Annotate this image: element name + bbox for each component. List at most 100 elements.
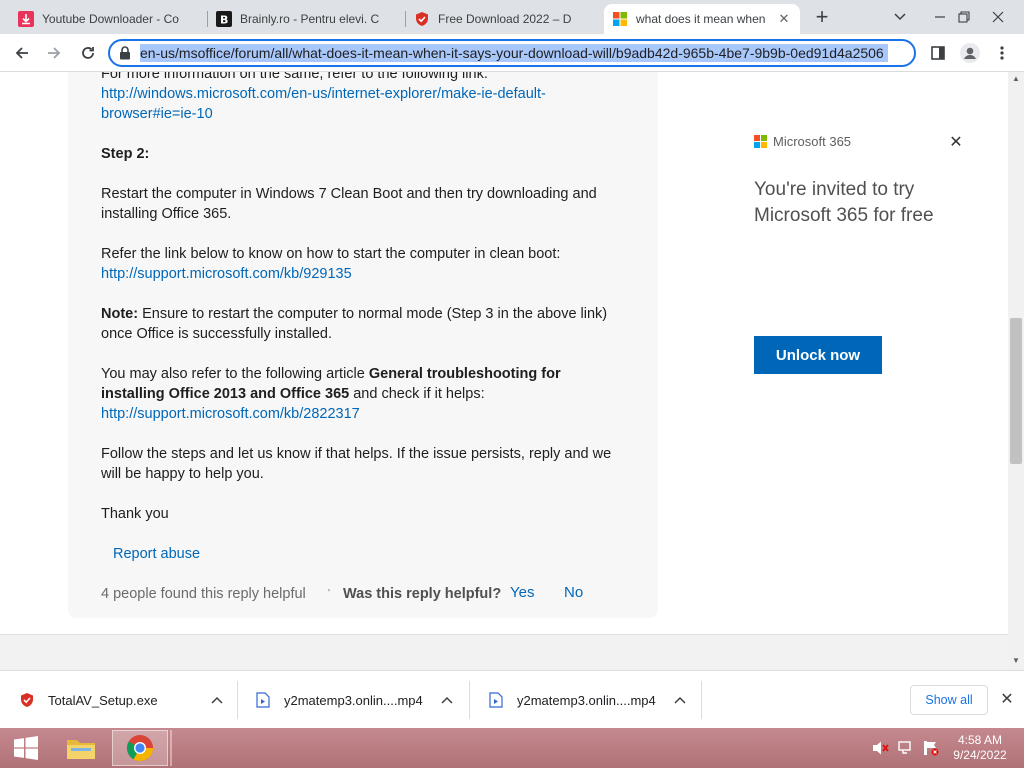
volume-muted-icon[interactable]	[870, 728, 892, 768]
download-separator	[237, 681, 238, 719]
shield-icon	[414, 11, 430, 27]
download-item[interactable]: y2matemp3.onlin....mp4	[254, 679, 458, 721]
reload-button[interactable]	[74, 39, 102, 67]
side-panel-button[interactable]	[924, 39, 952, 67]
ie-default-link[interactable]: http://windows.microsoft.com/en-us/inter…	[101, 86, 546, 102]
note-label: Note:	[101, 306, 139, 322]
download-bar: TotalAV_Setup.exe y2matemp3.onlin....mp4…	[0, 670, 1024, 728]
tab-title: Brainly.ro - Pentru elevi. C	[240, 12, 380, 26]
chevron-up-icon[interactable]	[669, 696, 691, 704]
file-explorer-button[interactable]	[56, 730, 106, 766]
article-title: General troubleshooting for	[368, 366, 561, 382]
back-button[interactable]	[8, 39, 36, 67]
brainly-icon: B	[216, 11, 232, 27]
tab-title: Youtube Downloader - Co	[42, 12, 179, 26]
post-link-line: browser#ie=ie-10	[101, 104, 213, 124]
url-text[interactable]: en-us/msoffice/forum/all/what-does-it-me…	[140, 44, 888, 62]
post-text: Restart the computer in Windows 7 Clean …	[101, 186, 597, 202]
download-item[interactable]: TotalAV_Setup.exe	[18, 679, 228, 721]
post-link-line: http://support.microsoft.com/kb/2822317	[101, 404, 360, 424]
note-line: Note: Ensure to restart the computer to …	[101, 304, 607, 324]
menu-button[interactable]	[988, 39, 1016, 67]
post-text: Follow the steps and let us know if that…	[101, 446, 612, 462]
scroll-up-icon[interactable]: ▲	[1012, 74, 1020, 83]
brand-name: Microsoft 365	[773, 134, 852, 149]
post-text: Refer the link below to know on how to s…	[101, 246, 561, 262]
vertical-scrollbar[interactable]: ▲ ▼	[1008, 72, 1024, 670]
tab-microsoft-forum[interactable]: what does it mean when ✕	[604, 4, 800, 34]
close-icon[interactable]: ✕	[996, 688, 1018, 710]
microsoft-icon	[612, 11, 628, 27]
ie-default-link-cont[interactable]: browser#ie=ie-10	[101, 106, 213, 122]
download-separator	[469, 681, 470, 719]
browser-toolbar: en-us/msoffice/forum/all/what-does-it-me…	[0, 34, 1024, 72]
windows-logo-icon	[14, 736, 38, 760]
post-text: and check if it helps:	[349, 386, 485, 402]
page-footer-strip	[0, 634, 1008, 670]
microsoft-365-logo: Microsoft 365	[754, 134, 851, 149]
show-all-button[interactable]: Show all	[910, 685, 988, 715]
tab-brainly[interactable]: B Brainly.ro - Pentru elevi. C	[208, 4, 404, 34]
post-text: will be happy to help you.	[101, 466, 264, 482]
troubleshooting-link[interactable]: http://support.microsoft.com/kb/2822317	[101, 406, 360, 422]
kebab-menu-icon	[1000, 46, 1004, 60]
ad-headline: You're invited to try Microsoft 365 for …	[754, 179, 934, 226]
lock-icon[interactable]	[110, 46, 140, 60]
clock-date: 9/24/2022	[953, 748, 1007, 762]
article-title: installing Office 2013 and Office 365	[101, 386, 350, 402]
post-text: Ensure to restart the computer to normal…	[138, 306, 608, 322]
download-item[interactable]: y2matemp3.onlin....mp4	[487, 679, 691, 721]
windows-taskbar: 4:58 AM 9/24/2022	[0, 728, 1024, 768]
window-close-icon[interactable]	[978, 0, 1018, 34]
unlock-now-button[interactable]: Unlock now	[754, 336, 882, 374]
start-button[interactable]	[4, 730, 48, 766]
taskbar-divider	[170, 730, 172, 766]
post-link-line: http://windows.microsoft.com/en-us/inter…	[101, 84, 546, 104]
action-center-icon[interactable]	[920, 728, 942, 768]
report-abuse-link[interactable]: Report abuse	[113, 544, 200, 564]
clean-boot-link[interactable]: http://support.microsoft.com/kb/929135	[101, 266, 352, 282]
chevron-down-icon[interactable]	[880, 0, 920, 34]
address-bar[interactable]: en-us/msoffice/forum/all/what-does-it-me…	[108, 39, 916, 67]
chrome-taskbar-button[interactable]	[112, 730, 168, 766]
separator-dot: '	[328, 588, 330, 599]
helpful-question: Was this reply helpful?	[343, 586, 502, 602]
tab-free-download[interactable]: Free Download 2022 – D	[406, 4, 602, 34]
scrollbar-thumb[interactable]	[1010, 318, 1022, 464]
no-button[interactable]: No	[564, 583, 583, 603]
folder-icon	[67, 740, 95, 759]
profile-button[interactable]	[956, 39, 984, 67]
totalav-shield-icon	[18, 691, 36, 709]
tab-strip: Youtube Downloader - Co B Brainly.ro - P…	[0, 0, 1024, 34]
avatar-icon	[960, 43, 980, 63]
post-text: For more information on the same, refer …	[101, 72, 488, 82]
article-line: You may also refer to the following arti…	[101, 364, 561, 384]
page-content: For more information on the same, refer …	[0, 72, 1008, 634]
arrow-right-icon	[48, 47, 61, 59]
close-icon[interactable]: ✕	[776, 11, 792, 27]
microsoft-icon	[754, 134, 768, 149]
clock-time: 4:58 AM	[957, 733, 1003, 747]
media-file-icon	[487, 691, 505, 709]
article-line: installing Office 2013 and Office 365 an…	[101, 384, 485, 404]
ad-close-icon[interactable]: ✕	[945, 131, 967, 153]
tab-title: Free Download 2022 – D	[438, 12, 572, 26]
post-text: once Office is successfully installed.	[101, 326, 333, 342]
download-icon	[18, 11, 34, 27]
taskbar-clock[interactable]: 4:58 AM 9/24/2022	[944, 733, 1016, 763]
scroll-down-icon[interactable]: ▼	[1012, 656, 1020, 665]
svg-text:B: B	[220, 14, 228, 27]
side-panel-icon	[931, 46, 945, 60]
chevron-up-icon[interactable]	[436, 696, 458, 704]
chrome-icon	[126, 735, 154, 762]
new-tab-button[interactable]: +	[808, 4, 836, 29]
media-file-icon	[254, 691, 272, 709]
yes-button[interactable]: Yes	[510, 583, 534, 603]
tab-youtube-downloader[interactable]: Youtube Downloader - Co	[10, 4, 206, 34]
tab-title: what does it mean when	[636, 12, 766, 26]
arrow-left-icon	[15, 47, 28, 59]
chevron-up-icon[interactable]	[206, 696, 228, 704]
forward-button[interactable]	[40, 39, 68, 67]
step-heading: Step 2:	[101, 146, 150, 162]
network-icon[interactable]	[896, 728, 918, 768]
